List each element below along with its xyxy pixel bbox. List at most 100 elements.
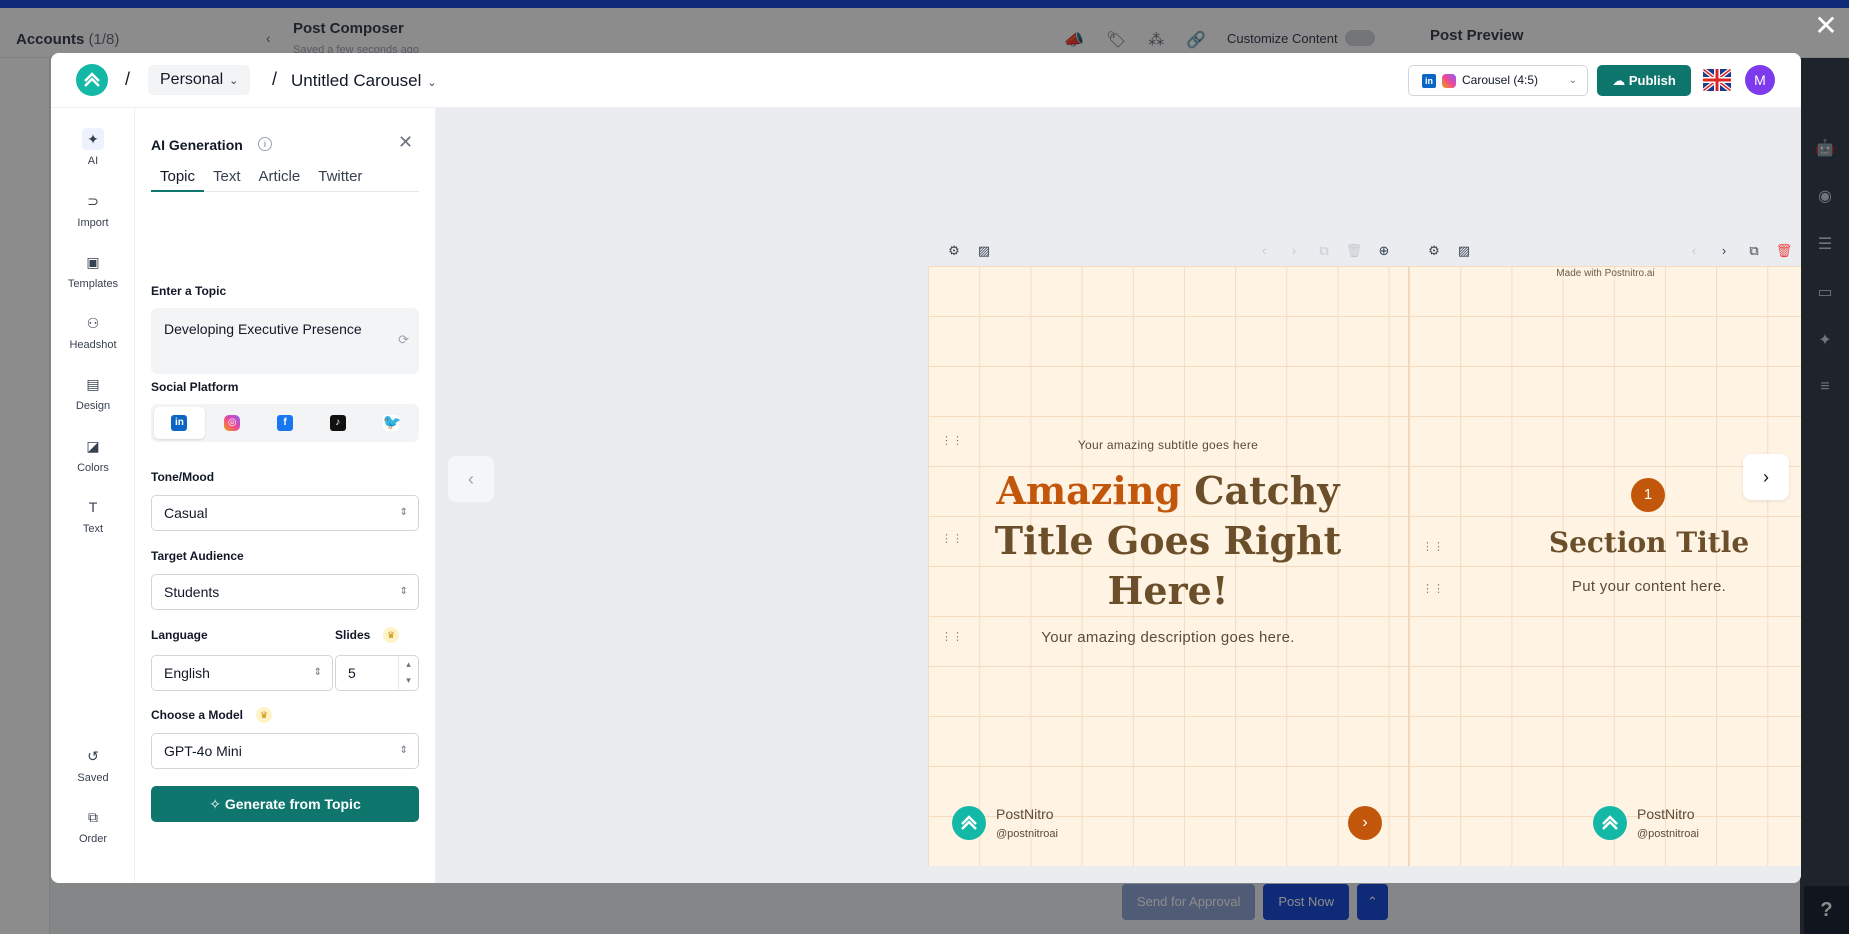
move-right-icon[interactable]: › (1714, 241, 1734, 261)
close-panel-icon[interactable]: ✕ (398, 132, 413, 153)
slide-arrow-icon: › (1348, 806, 1382, 840)
carousel-title-selector[interactable]: Untitled Carousel ⌄ (291, 67, 437, 95)
headshot-icon: ⚇ (86, 315, 100, 331)
stepper-icon[interactable]: ▴ ▾ (398, 656, 418, 690)
chevron-down-icon: ⌄ (1568, 75, 1577, 86)
rail-item-order[interactable]: ⧉ Order (51, 806, 135, 845)
postnitro-logo[interactable] (76, 64, 108, 96)
format-select[interactable]: in Carousel (4:5) ⌄ (1408, 65, 1588, 96)
platform-facebook[interactable]: f (260, 407, 311, 439)
rail-item-design[interactable]: ▤ Design (51, 373, 135, 412)
adjust-icon[interactable]: ⚙ (1424, 241, 1444, 261)
move-left-icon[interactable]: ‹ (1254, 241, 1274, 261)
user-avatar[interactable]: M (1745, 65, 1775, 95)
drag-handle-icon[interactable]: ⋮⋮ (1422, 582, 1444, 595)
tab-topic[interactable]: Topic (151, 162, 205, 192)
model-select[interactable]: GPT-4o Mini ⇕ (151, 733, 419, 769)
crown-icon: ♛ (256, 707, 272, 723)
tab-article[interactable]: Article (250, 162, 310, 192)
previous-slide-button[interactable]: ‹ (448, 456, 494, 502)
brand-handle[interactable]: @postnitroai (996, 828, 1058, 840)
import-icon: ⊃ (87, 193, 99, 209)
model-label: Choose a Model (151, 708, 244, 722)
platform-tiktok[interactable]: ♪ (312, 407, 363, 439)
drag-handle-icon[interactable]: ⋮⋮ (941, 532, 963, 545)
tone-select[interactable]: Casual ⇕ (151, 495, 419, 531)
rail-item-headshot[interactable]: ⚇ Headshot (51, 312, 135, 351)
move-left-icon[interactable]: ‹ (1684, 241, 1704, 261)
order-icon: ⧉ (88, 809, 98, 825)
topic-input[interactable]: Developing Executive Presence ⟳ (151, 308, 419, 374)
watermark-text: Made with Postnitro.ai (1556, 268, 1655, 279)
slide-canvas: ‹ ⚙ ▨ ‹ › ⧉ 🗑 ⊕ ⚙ ▨ ‹ › ⧉ 🗑 ⋮⋮ ⋮⋮ ⋮⋮ You… (436, 108, 1801, 883)
platform-linkedin[interactable]: in (154, 407, 205, 439)
rail-item-colors[interactable]: ◪ Colors (51, 435, 135, 474)
rail-item-import[interactable]: ⊃ Import (51, 190, 135, 229)
linkedin-icon: in (171, 415, 188, 431)
refresh-icon[interactable]: ⟳ (398, 332, 409, 348)
slide-intro[interactable]: ⋮⋮ ⋮⋮ ⋮⋮ Your amazing subtitle goes here… (928, 266, 1408, 866)
brand-name[interactable]: PostNitro (996, 806, 1054, 822)
history-icon: ↺ (87, 748, 99, 764)
social-platform-label: Social Platform (151, 380, 239, 394)
cloud-upload-icon: ☁ (1612, 73, 1626, 88)
workspace-selector[interactable]: Personal ⌄ (148, 65, 251, 95)
rail-item-saved[interactable]: ↺ Saved (51, 745, 135, 784)
crown-icon: ♛ (383, 627, 399, 643)
slide-section[interactable]: Made with Postnitro.ai ⋮⋮ ⋮⋮ 1 Section T… (1408, 266, 1801, 866)
generation-tabs: Topic Text Article Twitter (151, 162, 419, 192)
slide-subtitle[interactable]: Your amazing subtitle goes here (928, 438, 1408, 452)
select-arrows-icon: ⇕ (399, 745, 408, 756)
duplicate-icon[interactable]: ⧉ (1744, 241, 1764, 261)
move-right-icon[interactable]: › (1284, 241, 1304, 261)
platform-instagram[interactable]: ◎ (207, 407, 258, 439)
rail-item-templates[interactable]: ▣ Templates (51, 251, 135, 290)
design-icon: ▤ (86, 376, 100, 392)
delete-icon[interactable]: 🗑 (1344, 241, 1364, 261)
topic-label: Enter a Topic (151, 284, 227, 298)
slide-title[interactable]: Amazing Catchy Title Goes Right Here! (968, 466, 1368, 616)
section-title[interactable]: Section Title (1449, 526, 1801, 559)
twitter-icon: 🐦 (382, 414, 402, 431)
tab-twitter[interactable]: Twitter (309, 162, 371, 192)
brand-handle[interactable]: @postnitroai (1637, 828, 1699, 840)
platform-twitter[interactable]: 🐦 (365, 407, 416, 439)
delete-icon[interactable]: 🗑 (1774, 241, 1794, 261)
next-slide-button[interactable]: › (1743, 454, 1789, 500)
sparkle-icon: ✦ (82, 128, 104, 150)
section-body[interactable]: Put your content here. (1449, 578, 1801, 595)
facebook-icon: f (276, 415, 293, 431)
sparkle-icon: ✧ (209, 796, 221, 812)
generate-from-topic-button[interactable]: ✧ Generate from Topic (151, 786, 419, 822)
slide1-actions: ‹ › ⧉ 🗑 ⊕ (1254, 241, 1404, 261)
language-label: Language (151, 628, 208, 642)
audience-select[interactable]: Students ⇕ (151, 574, 419, 610)
duplicate-icon[interactable]: ⧉ (1314, 241, 1334, 261)
tab-text[interactable]: Text (204, 162, 250, 192)
add-slide-icon[interactable]: ⊕ (1374, 241, 1394, 261)
panel-title: AI Generation (151, 137, 243, 153)
carousel-editor-modal: / Personal ⌄ / Untitled Carousel ⌄ in Caro… (51, 53, 1801, 883)
linkedin-icon: in (1422, 73, 1436, 88)
close-modal-icon[interactable]: ✕ (1814, 12, 1838, 40)
brand-logo (1593, 806, 1627, 840)
publish-button[interactable]: ☁ Publish (1597, 65, 1691, 96)
brand-name[interactable]: PostNitro (1637, 806, 1695, 822)
slide-description[interactable]: Your amazing description goes here. (928, 629, 1408, 646)
image-icon[interactable]: ▨ (974, 241, 994, 261)
adjust-icon[interactable]: ⚙ (944, 241, 964, 261)
slide1-toolbar: ⚙ ▨ (944, 241, 1004, 261)
tiktok-icon: ♪ (329, 415, 346, 431)
section-number-badge: 1 (1631, 478, 1665, 512)
ai-generation-panel: AI Generation i ✕ Topic Text Article Twi… (135, 108, 436, 883)
uk-flag-icon[interactable] (1703, 69, 1731, 91)
select-arrows-icon: ⇕ (399, 507, 408, 518)
language-select[interactable]: English ⇕ (151, 655, 333, 691)
drag-handle-icon[interactable]: ⋮⋮ (1422, 540, 1444, 553)
image-icon[interactable]: ▨ (1454, 241, 1474, 261)
rail-item-text[interactable]: T Text (51, 496, 135, 535)
slide2-actions: ‹ › ⧉ 🗑 (1684, 241, 1801, 261)
info-icon[interactable]: i (258, 137, 272, 151)
slides-count-input[interactable]: 5 ▴ ▾ (335, 655, 419, 691)
rail-item-ai[interactable]: ✦ AI (51, 128, 135, 167)
